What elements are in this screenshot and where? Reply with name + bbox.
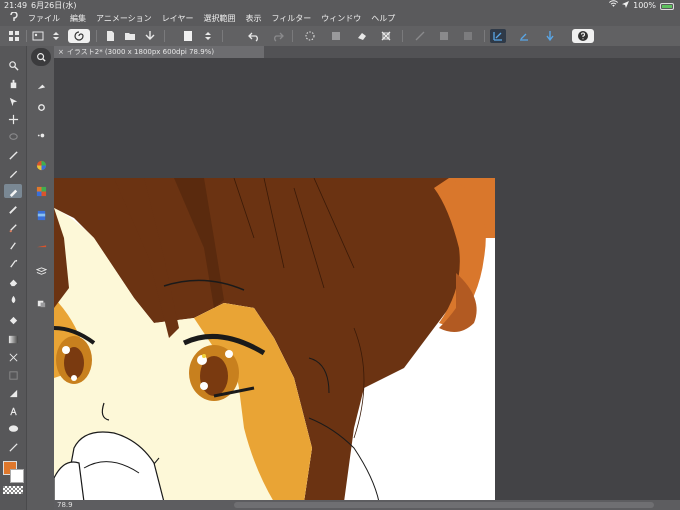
paper-color-icon[interactable] bbox=[180, 29, 196, 43]
ruler-tool-icon[interactable] bbox=[4, 386, 22, 400]
undo-icon[interactable] bbox=[246, 29, 262, 43]
operation-tool-icon[interactable] bbox=[4, 94, 22, 108]
sub-color-swatch[interactable] bbox=[10, 469, 24, 483]
lasso-tool-icon[interactable] bbox=[4, 130, 22, 144]
wifi-icon bbox=[609, 0, 619, 12]
canvas-status-bar: 78.9 bbox=[54, 500, 680, 510]
color-set-icon[interactable] bbox=[32, 184, 50, 198]
clear-icon[interactable] bbox=[354, 29, 370, 43]
brush-tool-icon[interactable] bbox=[4, 202, 22, 216]
magnifier-tool-icon[interactable] bbox=[4, 58, 22, 72]
zoom-value[interactable]: 78.9 bbox=[57, 501, 73, 509]
menu-filter[interactable]: フィルター bbox=[271, 12, 311, 26]
snap-ruler-icon[interactable] bbox=[490, 29, 506, 43]
companion-mode-icon[interactable] bbox=[68, 29, 90, 43]
sub-tool-icon[interactable] bbox=[32, 78, 50, 92]
decoration-tool-icon[interactable] bbox=[4, 238, 22, 252]
artwork-canvas[interactable] bbox=[54, 178, 495, 502]
grid-icon[interactable] bbox=[460, 29, 476, 43]
location-icon bbox=[622, 0, 630, 12]
intermediate-color-icon[interactable] bbox=[32, 208, 50, 222]
paper-stepper-icon[interactable] bbox=[200, 29, 216, 43]
transform-icon[interactable] bbox=[328, 29, 344, 43]
status-date: 6月26日(水) bbox=[31, 1, 77, 10]
deselect-icon[interactable] bbox=[302, 29, 318, 43]
text-tool-icon[interactable] bbox=[4, 404, 22, 418]
command-toolbar bbox=[0, 26, 680, 46]
frame-border-tool-icon[interactable] bbox=[4, 368, 22, 382]
save-icon[interactable] bbox=[142, 29, 158, 43]
horizontal-scrollbar[interactable] bbox=[234, 502, 654, 508]
fill-area-icon[interactable] bbox=[436, 29, 452, 43]
fill-tool-icon[interactable] bbox=[4, 292, 22, 306]
canvas-area: × イラスト2* (3000 x 1800px 600dpi 78.9%) bbox=[54, 46, 680, 510]
canvas-tab-title: イラスト2* (3000 x 1800px 600dpi 78.9%) bbox=[66, 48, 215, 56]
figure-tool-icon[interactable] bbox=[4, 350, 22, 364]
app-logo-icon[interactable] bbox=[0, 10, 28, 27]
crop-selection-icon[interactable] bbox=[378, 29, 394, 43]
pencil-tool-icon[interactable] bbox=[4, 184, 22, 198]
eraser-tool-icon[interactable] bbox=[4, 274, 22, 288]
redo-icon[interactable] bbox=[270, 29, 286, 43]
open-folder-icon[interactable] bbox=[122, 29, 138, 43]
ruler-snap-icon[interactable] bbox=[412, 29, 428, 43]
canvas-tab[interactable]: × イラスト2* (3000 x 1800px 600dpi 78.9%) bbox=[54, 46, 264, 58]
menu-window[interactable]: ウィンドウ bbox=[321, 12, 361, 26]
close-icon[interactable]: × bbox=[58, 48, 64, 56]
menu-animation[interactable]: アニメーション bbox=[96, 12, 152, 26]
battery-percent: 100% bbox=[633, 1, 656, 10]
tool-property-icon[interactable] bbox=[32, 100, 50, 114]
new-file-icon[interactable] bbox=[102, 29, 118, 43]
transparent-color-swatch[interactable] bbox=[3, 486, 23, 494]
tool-column bbox=[0, 46, 26, 510]
bucket-tool-icon[interactable] bbox=[4, 314, 22, 328]
eyedropper-tool-icon[interactable] bbox=[4, 148, 22, 162]
color-wheel-icon[interactable] bbox=[32, 158, 50, 172]
menu-edit[interactable]: 編集 bbox=[70, 12, 86, 26]
blend-tool-icon[interactable] bbox=[4, 256, 22, 270]
menu-bar: ファイル 編集 アニメーション レイヤー 選択範囲 表示 フィルター ウィンドウ… bbox=[0, 10, 680, 27]
brush-size-icon[interactable] bbox=[32, 128, 50, 142]
snap-special-ruler-icon[interactable] bbox=[516, 29, 532, 43]
sub-tool-column bbox=[26, 46, 54, 510]
canvas-image-icon[interactable] bbox=[30, 29, 46, 43]
stepper-up-down-icon[interactable] bbox=[48, 29, 64, 43]
help-icon[interactable] bbox=[572, 29, 594, 43]
gradient-tool-icon[interactable] bbox=[4, 332, 22, 346]
illustration bbox=[54, 178, 495, 502]
tab-strip bbox=[264, 46, 680, 58]
status-right: 100% bbox=[609, 0, 674, 12]
ios-status-bar: 21:49 6月26日(水) 100% bbox=[0, 0, 680, 12]
panel-grid-icon[interactable] bbox=[6, 29, 22, 43]
menu-view[interactable]: 表示 bbox=[245, 12, 261, 26]
menu-selection[interactable]: 選択範囲 bbox=[203, 12, 235, 26]
status-time: 21:49 bbox=[4, 1, 28, 10]
tool-palette bbox=[0, 46, 54, 510]
material-icon[interactable] bbox=[32, 296, 50, 310]
menu-layer[interactable]: レイヤー bbox=[162, 12, 194, 26]
menu-help[interactable]: ヘルプ bbox=[371, 12, 395, 26]
battery-icon bbox=[660, 3, 674, 10]
airbrush-tool-icon[interactable] bbox=[4, 220, 22, 234]
menu-file[interactable]: ファイル bbox=[28, 12, 60, 26]
balloon-tool-icon[interactable] bbox=[4, 422, 22, 436]
correct-line-tool-icon[interactable] bbox=[4, 440, 22, 454]
hand-tool-icon[interactable] bbox=[4, 76, 22, 90]
move-layer-tool-icon[interactable] bbox=[4, 112, 22, 126]
approximate-color-icon[interactable] bbox=[32, 236, 50, 250]
pen-tool-icon[interactable] bbox=[4, 166, 22, 180]
snap-grid-icon[interactable] bbox=[542, 29, 558, 43]
quick-access-icon[interactable] bbox=[31, 48, 51, 66]
layer-icon[interactable] bbox=[32, 264, 50, 278]
